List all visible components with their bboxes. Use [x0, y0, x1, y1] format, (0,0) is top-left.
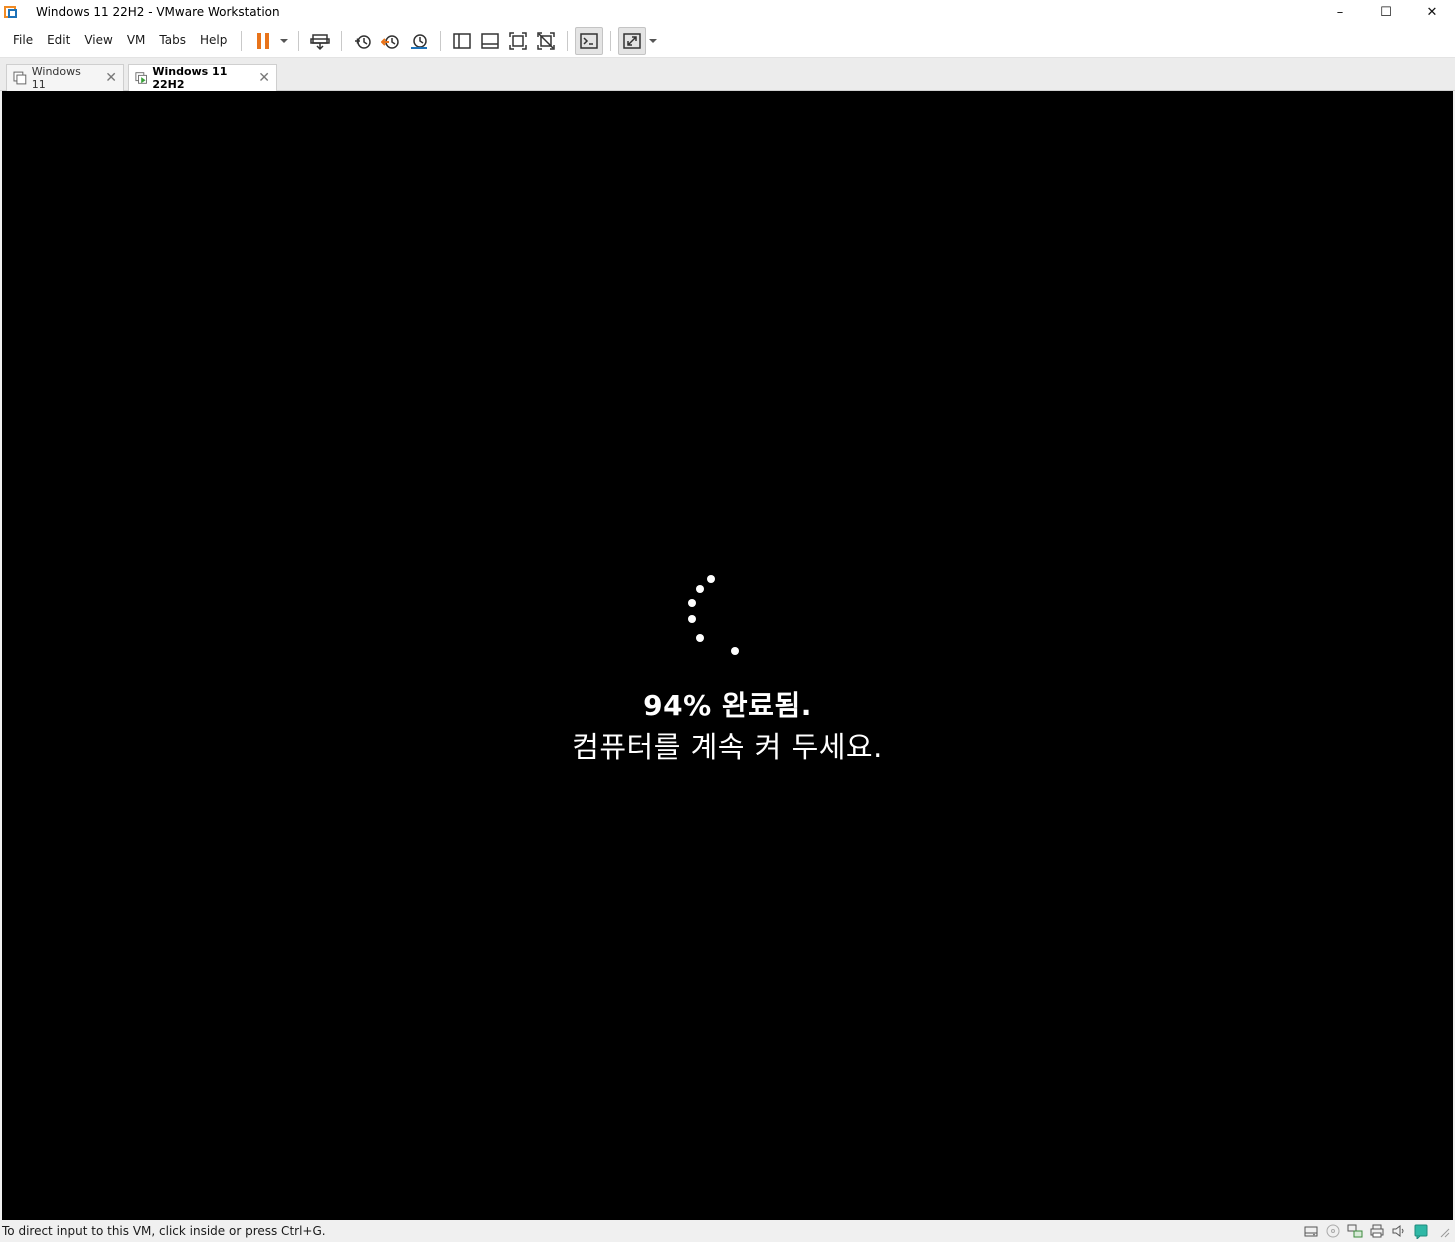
spinner-dot: [688, 615, 696, 623]
toolbar-separator: [241, 30, 243, 51]
vmware-window: Windows 11 22H2 - VMware Workstation – ☐…: [0, 0, 1455, 1242]
menu-view[interactable]: View: [77, 24, 119, 58]
send-ctrl-alt-del-button[interactable]: [306, 27, 334, 55]
maximize-button[interactable]: ☐: [1363, 0, 1409, 24]
console-view-icon: [580, 32, 599, 49]
menu-edit[interactable]: Edit: [40, 24, 77, 58]
stretch-guest-button[interactable]: [618, 26, 647, 55]
vmware-app-icon: [4, 4, 20, 20]
sound-card-icon[interactable]: [1391, 1223, 1407, 1239]
snapshot-revert-icon: [381, 34, 400, 49]
status-bar: To direct input to this VM, click inside…: [0, 1220, 1455, 1242]
show-library-icon: [453, 32, 472, 49]
take-snapshot-button[interactable]: [349, 27, 377, 55]
toolbar-separator: [341, 30, 343, 51]
keep-computer-on-text: 컴퓨터를 계속 켜 두세요.: [572, 730, 883, 764]
send-ctrl-alt-del-icon: [310, 33, 331, 50]
snapshot-manager-button[interactable]: [405, 27, 433, 55]
resize-grip-icon[interactable]: [1435, 1223, 1451, 1239]
tab-windows-11[interactable]: Windows 11 ✕: [6, 64, 124, 91]
tab-label: Windows 11: [31, 65, 81, 91]
snapshot-manager-icon: [411, 33, 428, 49]
toolbar-separator: [298, 30, 300, 51]
spinner-dot: [696, 585, 704, 593]
menu-vm[interactable]: VM: [120, 24, 153, 58]
stretch-dropdown-arrow[interactable]: [646, 27, 660, 55]
printer-icon[interactable]: [1369, 1223, 1385, 1239]
vm-console-display[interactable]: 94% 완료됨. 컴퓨터를 계속 켜 두세요.: [2, 91, 1453, 1220]
spinner-dot: [731, 647, 739, 655]
tab-windows-11-22h2[interactable]: Windows 11 22H2 ✕: [128, 64, 277, 91]
vm-running-tab-icon: [135, 72, 147, 84]
spinner-dot: [707, 575, 715, 583]
console-view-button[interactable]: [575, 26, 604, 55]
show-thumbnail-bar-button[interactable]: [476, 27, 504, 55]
toolbar-separator: [610, 30, 612, 51]
vm-tab-icon: [13, 71, 27, 85]
unity-button[interactable]: [532, 27, 560, 55]
hard-disk-icon[interactable]: [1303, 1223, 1319, 1239]
spinner-dot: [696, 634, 704, 642]
vm-tab-bar: Windows 11 ✕ Windows 11 22H2 ✕: [0, 58, 1455, 91]
message-log-icon[interactable]: [1413, 1223, 1429, 1239]
cd-dvd-icon[interactable]: [1325, 1223, 1341, 1239]
menu-toolbar: File Edit View VM Tabs Help: [0, 24, 1455, 58]
pause-icon: [257, 32, 270, 49]
title-bar: Windows 11 22H2 - VMware Workstation – ☐…: [0, 0, 1455, 24]
menu-tabs[interactable]: Tabs: [152, 24, 193, 58]
stretch-guest-icon: [623, 32, 642, 49]
network-adapter-icon[interactable]: [1347, 1223, 1363, 1239]
show-library-button[interactable]: [448, 27, 476, 55]
full-screen-icon: [509, 31, 528, 50]
menu-file[interactable]: File: [6, 24, 40, 58]
menu-help[interactable]: Help: [193, 24, 234, 58]
close-button[interactable]: ✕: [1409, 0, 1455, 24]
pause-button[interactable]: [249, 27, 277, 55]
device-icons: [1303, 1220, 1451, 1242]
show-thumbnail-bar-icon: [481, 32, 500, 49]
toolbar-separator: [567, 30, 569, 51]
window-title: Windows 11 22H2 - VMware Workstation: [36, 5, 280, 19]
status-message: To direct input to this VM, click inside…: [2, 1224, 326, 1238]
spinner-dot: [688, 599, 696, 607]
minimize-button[interactable]: –: [1317, 0, 1363, 24]
close-icon[interactable]: ✕: [250, 70, 270, 86]
close-icon[interactable]: ✕: [97, 70, 117, 86]
window-controls: – ☐ ✕: [1317, 0, 1455, 24]
full-screen-button[interactable]: [504, 27, 532, 55]
update-progress-text: 94% 완료됨.: [643, 689, 812, 722]
revert-snapshot-button[interactable]: [377, 27, 405, 55]
unity-icon: [537, 31, 556, 50]
snapshot-take-icon: [355, 34, 372, 49]
tab-label: Windows 11 22H2: [152, 65, 228, 91]
toolbar-separator: [440, 30, 442, 51]
power-dropdown-arrow[interactable]: [277, 27, 291, 55]
